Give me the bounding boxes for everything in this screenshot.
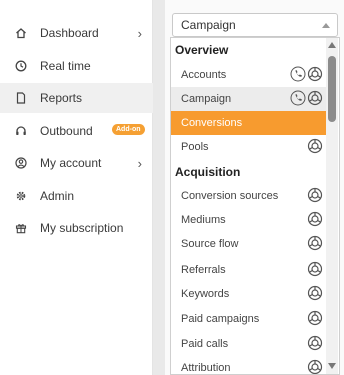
select-value: Campaign (181, 18, 236, 32)
sidebar-item-my-account[interactable]: My account › (0, 148, 153, 178)
panel-gutter (153, 0, 165, 375)
sidebar-item-label: Dashboard (40, 26, 99, 40)
option-mediums[interactable]: Mediums (171, 208, 326, 232)
sidebar-item-label: My subscription (40, 221, 124, 235)
user-circle-icon (13, 155, 29, 171)
phone-icon (290, 90, 306, 106)
option-label: Mediums (181, 214, 226, 226)
gear-icon (13, 188, 29, 204)
option-label: Source flow (181, 238, 239, 250)
phone-icon (290, 66, 306, 82)
web-icon (307, 310, 323, 326)
scroll-thumb[interactable] (328, 56, 336, 122)
report-options-list: Overview Accounts Campaign Conversions P… (170, 37, 340, 375)
web-icon (307, 335, 323, 351)
option-attribution[interactable]: Attribution (171, 356, 326, 374)
report-select[interactable]: Campaign (172, 13, 338, 37)
group-label-overview: Overview (175, 43, 229, 57)
headset-icon (13, 123, 29, 139)
add-on-badge: Add-on (112, 124, 145, 135)
option-accounts[interactable]: Accounts (171, 63, 326, 87)
gift-icon (13, 220, 29, 236)
web-icon (307, 285, 323, 301)
sidebar-item-label: Real time (40, 59, 91, 73)
sidebar-item-reports[interactable]: Reports (0, 83, 153, 113)
web-icon (307, 359, 323, 374)
home-icon (13, 25, 29, 41)
option-label: Attribution (181, 362, 231, 374)
option-label: Conversions (181, 117, 243, 129)
option-label: Referrals (181, 264, 226, 276)
option-label: Conversion sources (181, 190, 279, 202)
scroll-up-icon[interactable] (328, 42, 336, 48)
sidebar-item-real-time[interactable]: Real time (0, 51, 153, 81)
web-icon (307, 261, 323, 277)
web-icon (307, 235, 323, 251)
option-conversions[interactable]: Conversions (171, 111, 326, 135)
sidebar: Dashboard › Real time Reports Outbound A… (0, 0, 153, 375)
clock-icon (13, 58, 29, 74)
option-referrals[interactable]: Referrals (171, 258, 326, 282)
sidebar-item-label: Reports (40, 91, 83, 105)
sidebar-item-dashboard[interactable]: Dashboard › (0, 18, 153, 48)
option-label: Campaign (181, 93, 232, 105)
option-campaign[interactable]: Campaign (171, 87, 326, 111)
sidebar-item-outbound[interactable]: Outbound Add-on (0, 116, 153, 146)
option-label: Paid calls (181, 338, 229, 350)
option-label: Pools (181, 141, 209, 153)
sidebar-item-label: My account (40, 156, 102, 170)
option-paid-campaigns[interactable]: Paid campaigns (171, 307, 326, 331)
web-icon (307, 187, 323, 203)
option-source-flow[interactable]: Source flow (171, 232, 326, 256)
chevron-right-icon: › (137, 25, 142, 41)
group-label-acquisition: Acquisition (175, 165, 241, 179)
web-icon (307, 90, 323, 106)
chevron-right-icon: › (137, 155, 142, 171)
sidebar-item-label: Admin (40, 189, 75, 203)
document-icon (13, 90, 29, 106)
caret-up-icon (322, 23, 330, 28)
web-icon (307, 138, 323, 154)
option-label: Keywords (181, 288, 230, 300)
option-paid-calls[interactable]: Paid calls (171, 332, 326, 356)
option-label: Accounts (181, 69, 227, 81)
option-keywords[interactable]: Keywords (171, 282, 326, 306)
sidebar-item-admin[interactable]: Admin (0, 181, 153, 211)
sidebar-item-label: Outbound (40, 124, 93, 138)
options-scrollbar[interactable] (326, 38, 338, 374)
scroll-down-icon[interactable] (328, 363, 336, 369)
sidebar-item-my-subscription[interactable]: My subscription (0, 213, 153, 243)
option-label: Paid campaigns (181, 313, 260, 325)
web-icon (307, 66, 323, 82)
option-pools[interactable]: Pools (171, 135, 326, 159)
option-conversion-sources[interactable]: Conversion sources (171, 184, 326, 208)
web-icon (307, 211, 323, 227)
